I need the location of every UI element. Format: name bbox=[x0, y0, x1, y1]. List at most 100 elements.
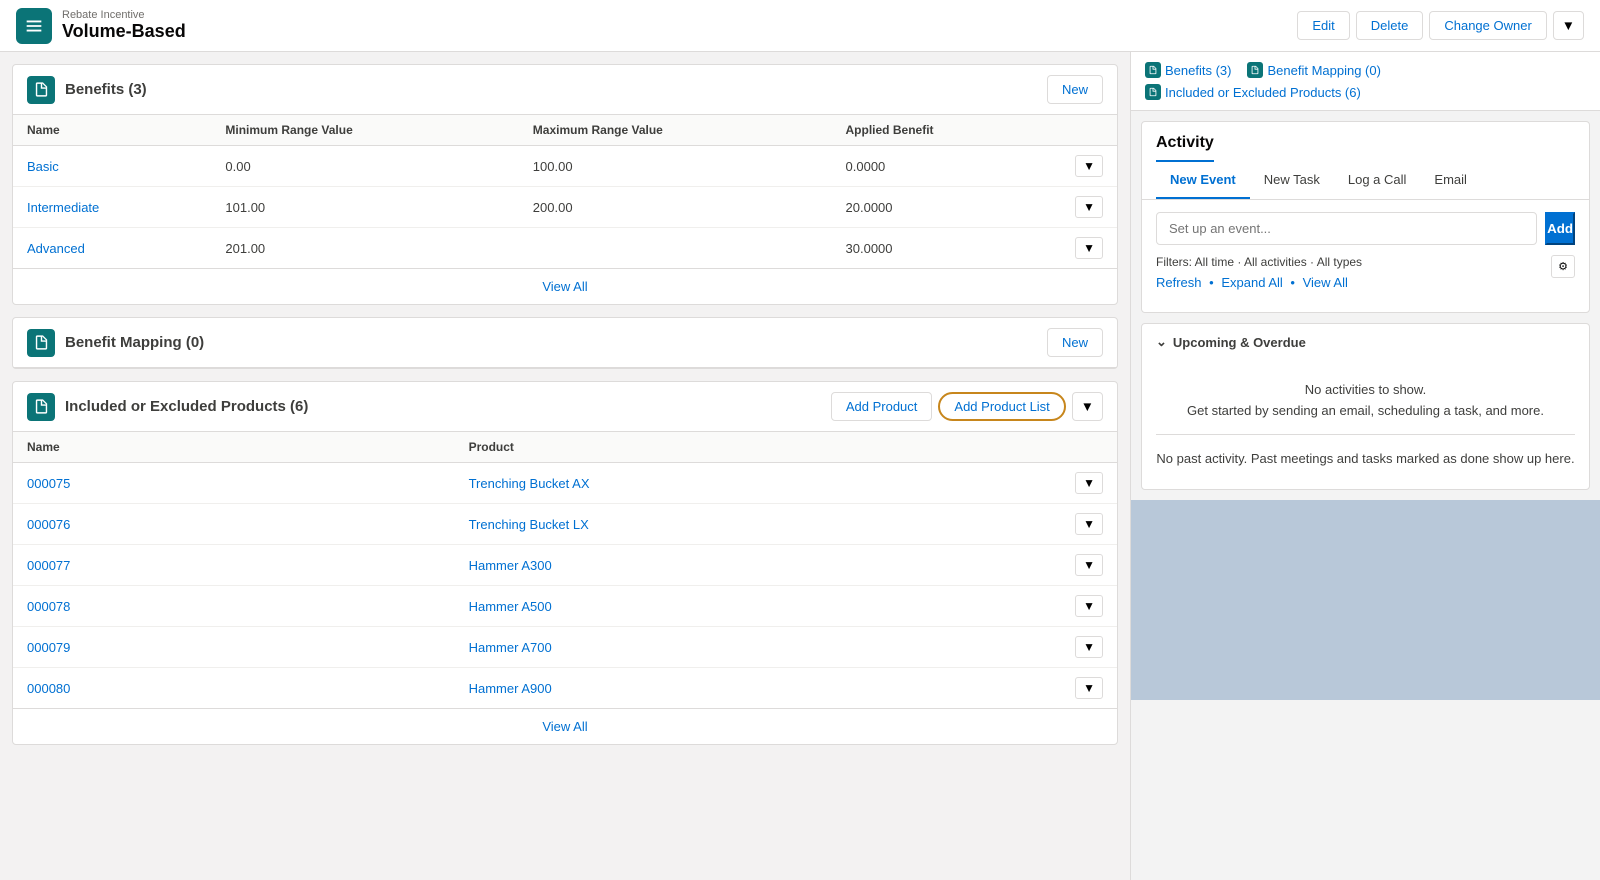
ie-col-product: Product bbox=[455, 432, 1062, 463]
refresh-link[interactable]: Refresh bbox=[1156, 275, 1202, 290]
ie-name-link[interactable]: 000077 bbox=[27, 558, 70, 573]
benefit-row-dropdown[interactable]: ▼ bbox=[1075, 196, 1103, 218]
sidebar-link-benefit-mapping[interactable]: Benefit Mapping (0) bbox=[1247, 62, 1380, 78]
benefit-name-link[interactable]: Advanced bbox=[27, 241, 85, 256]
tab-new-task[interactable]: New Task bbox=[1250, 162, 1334, 199]
ie-name-link[interactable]: 000076 bbox=[27, 517, 70, 532]
benefit-mapping-card: Benefit Mapping (0) New bbox=[12, 317, 1118, 369]
ie-row-dropdown[interactable]: ▼ bbox=[1075, 513, 1103, 535]
benefits-title: Benefits (3) bbox=[65, 81, 1047, 98]
ie-product-link[interactable]: Hammer A700 bbox=[469, 640, 552, 655]
benefit-row-dropdown[interactable]: ▼ bbox=[1075, 155, 1103, 177]
included-excluded-title: Included or Excluded Products (6) bbox=[65, 398, 831, 415]
ie-view-all[interactable]: View All bbox=[542, 719, 587, 734]
benefit-min: 201.00 bbox=[211, 228, 518, 269]
ie-product-link[interactable]: Hammer A300 bbox=[469, 558, 552, 573]
page-title: Volume-Based bbox=[62, 21, 1297, 42]
ie-product-link[interactable]: Hammer A500 bbox=[469, 599, 552, 614]
benefits-icon bbox=[27, 76, 55, 104]
activity-filters: Filters: All time · All activities · All… bbox=[1156, 255, 1575, 269]
activity-title: Activity bbox=[1156, 134, 1214, 162]
ie-name-link[interactable]: 000079 bbox=[27, 640, 70, 655]
app-logo bbox=[16, 8, 52, 44]
benefit-max: 100.00 bbox=[519, 146, 832, 187]
edit-button[interactable]: Edit bbox=[1297, 11, 1349, 40]
nav-icon-included-excluded bbox=[1145, 84, 1161, 100]
table-row: Intermediate 101.00 200.00 20.0000 ▼ bbox=[13, 187, 1117, 228]
change-owner-button[interactable]: Change Owner bbox=[1429, 11, 1546, 40]
filters-gear-button[interactable]: ⚙ bbox=[1551, 255, 1575, 278]
benefit-mapping-title: Benefit Mapping (0) bbox=[65, 334, 1047, 351]
ie-name-link[interactable]: 000078 bbox=[27, 599, 70, 614]
chevron-down-icon: ⌄ bbox=[1156, 334, 1167, 350]
ie-row-dropdown[interactable]: ▼ bbox=[1075, 595, 1103, 617]
benefit-mapping-icon bbox=[27, 329, 55, 357]
delete-button[interactable]: Delete bbox=[1356, 11, 1424, 40]
header-dropdown-button[interactable]: ▼ bbox=[1553, 11, 1584, 40]
no-past-text: No past activity. Past meetings and task… bbox=[1156, 449, 1575, 470]
tab-new-event[interactable]: New Event bbox=[1156, 162, 1250, 199]
expand-all-link[interactable]: Expand All bbox=[1221, 275, 1282, 290]
benefit-applied: 30.0000 bbox=[832, 228, 1062, 269]
no-activities-text: No activities to show. Get started by se… bbox=[1156, 380, 1575, 422]
table-row: Advanced 201.00 30.0000 ▼ bbox=[13, 228, 1117, 269]
activity-tabs: New Event New Task Log a Call Email bbox=[1142, 162, 1589, 200]
benefits-col-min: Minimum Range Value bbox=[211, 115, 518, 146]
upcoming-title: Upcoming & Overdue bbox=[1173, 335, 1306, 350]
benefit-name-link[interactable]: Basic bbox=[27, 159, 59, 174]
ie-product-link[interactable]: Hammer A900 bbox=[469, 681, 552, 696]
table-row: Basic 0.00 100.00 0.0000 ▼ bbox=[13, 146, 1117, 187]
activity-action-links: Refresh • Expand All • View All bbox=[1156, 275, 1575, 290]
upcoming-section: ⌄ Upcoming & Overdue No activities to sh… bbox=[1141, 323, 1590, 490]
table-row: 000075 Trenching Bucket AX ▼ bbox=[13, 463, 1117, 504]
benefits-table: Name Minimum Range Value Maximum Range V… bbox=[13, 115, 1117, 304]
ie-name-link[interactable]: 000080 bbox=[27, 681, 70, 696]
activity-panel: Activity New Event New Task Log a Call E… bbox=[1141, 121, 1590, 313]
sidebar-background bbox=[1131, 500, 1600, 700]
included-excluded-card: Included or Excluded Products (6) Add Pr… bbox=[12, 381, 1118, 745]
view-all-link[interactable]: View All bbox=[1303, 275, 1348, 290]
sidebar-link-included-excluded[interactable]: Included or Excluded Products (6) bbox=[1145, 84, 1361, 100]
tab-email[interactable]: Email bbox=[1420, 162, 1481, 199]
ie-product-link[interactable]: Trenching Bucket AX bbox=[469, 476, 590, 491]
main-content: Benefits (3) New Name Minimum Range Valu… bbox=[0, 52, 1130, 880]
ie-row-dropdown[interactable]: ▼ bbox=[1075, 554, 1103, 576]
table-row: 000078 Hammer A500 ▼ bbox=[13, 586, 1117, 627]
included-excluded-table: Name Product 000075 Trenching Bucket AX … bbox=[13, 432, 1117, 744]
section-divider bbox=[1156, 434, 1575, 435]
ie-name-link[interactable]: 000075 bbox=[27, 476, 70, 491]
upcoming-header[interactable]: ⌄ Upcoming & Overdue bbox=[1142, 324, 1589, 360]
benefits-col-name: Name bbox=[13, 115, 211, 146]
benefits-card: Benefits (3) New Name Minimum Range Valu… bbox=[12, 64, 1118, 305]
sidebar-link-benefits[interactable]: Benefits (3) bbox=[1145, 62, 1231, 78]
table-row: 000077 Hammer A300 ▼ bbox=[13, 545, 1117, 586]
ie-row-dropdown[interactable]: ▼ bbox=[1075, 636, 1103, 658]
nav-icon-benefits bbox=[1145, 62, 1161, 78]
event-input[interactable] bbox=[1156, 212, 1537, 245]
sidebar-link-benefits-label: Benefits (3) bbox=[1165, 63, 1231, 78]
ie-col-name: Name bbox=[13, 432, 455, 463]
benefits-new-button[interactable]: New bbox=[1047, 75, 1103, 104]
benefits-col-max: Maximum Range Value bbox=[519, 115, 832, 146]
header-title: Rebate Incentive Volume-Based bbox=[62, 9, 1297, 42]
app-header: Rebate Incentive Volume-Based Edit Delet… bbox=[0, 0, 1600, 52]
add-product-list-button[interactable]: Add Product List bbox=[938, 392, 1065, 421]
benefit-applied: 20.0000 bbox=[832, 187, 1062, 228]
ie-row-dropdown[interactable]: ▼ bbox=[1075, 472, 1103, 494]
add-product-button[interactable]: Add Product bbox=[831, 392, 933, 421]
tab-log-call[interactable]: Log a Call bbox=[1334, 162, 1421, 199]
benefit-mapping-new-button[interactable]: New bbox=[1047, 328, 1103, 357]
benefit-max bbox=[519, 228, 832, 269]
add-event-button[interactable]: Add bbox=[1545, 212, 1575, 245]
benefit-max: 200.00 bbox=[519, 187, 832, 228]
sidebar-link-benefit-mapping-label: Benefit Mapping (0) bbox=[1267, 63, 1380, 78]
benefit-name-link[interactable]: Intermediate bbox=[27, 200, 99, 215]
included-excluded-dropdown-button[interactable]: ▼ bbox=[1072, 392, 1103, 421]
nav-icon-benefit-mapping bbox=[1247, 62, 1263, 78]
benefit-row-dropdown[interactable]: ▼ bbox=[1075, 237, 1103, 259]
benefits-view-all[interactable]: View All bbox=[542, 279, 587, 294]
ie-row-dropdown[interactable]: ▼ bbox=[1075, 677, 1103, 699]
sidebar-nav: Benefits (3) Benefit Mapping (0) Include… bbox=[1131, 52, 1600, 111]
benefit-min: 0.00 bbox=[211, 146, 518, 187]
ie-product-link[interactable]: Trenching Bucket LX bbox=[469, 517, 589, 532]
